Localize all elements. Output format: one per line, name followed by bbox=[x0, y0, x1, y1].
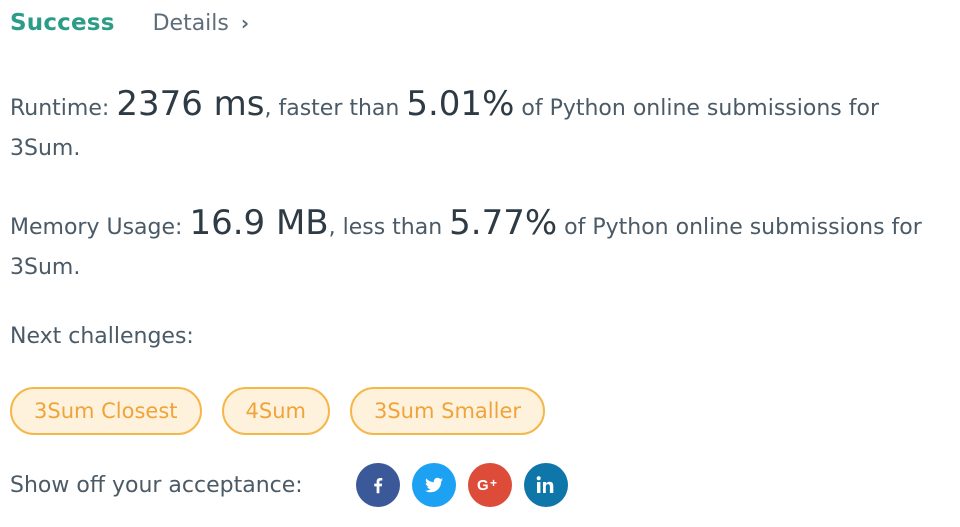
runtime-label: Runtime: bbox=[10, 96, 110, 121]
challenge-chip-4sum[interactable]: 4Sum bbox=[221, 387, 330, 435]
svg-text:+: + bbox=[490, 476, 497, 490]
memory-label: Memory Usage: bbox=[10, 215, 183, 240]
twitter-icon bbox=[422, 473, 446, 497]
runtime-percent: 5.01% bbox=[406, 84, 515, 124]
linkedin-icon bbox=[535, 475, 557, 495]
runtime-stat: Runtime: 2376 ms, faster than 5.01% of P… bbox=[10, 84, 955, 169]
details-label: Details bbox=[152, 10, 229, 36]
memory-value: 16.9 MB bbox=[189, 203, 329, 243]
google-plus-share-button[interactable]: G + bbox=[468, 463, 512, 507]
memory-stat: Memory Usage: 16.9 MB, less than 5.77% o… bbox=[10, 203, 955, 288]
share-label: Show off your acceptance: bbox=[10, 472, 303, 498]
linkedin-share-button[interactable] bbox=[524, 463, 568, 507]
twitter-share-button[interactable] bbox=[412, 463, 456, 507]
chevron-right-icon: › bbox=[240, 11, 250, 35]
next-challenges-list: 3Sum Closest 4Sum 3Sum Smaller bbox=[10, 387, 545, 435]
result-header: Success Details › bbox=[10, 6, 249, 40]
challenge-chip-3sum-closest[interactable]: 3Sum Closest bbox=[10, 387, 202, 435]
challenge-chip-3sum-smaller[interactable]: 3Sum Smaller bbox=[349, 387, 545, 435]
google-plus-icon: G + bbox=[476, 475, 504, 495]
runtime-value: 2376 ms bbox=[116, 84, 265, 124]
facebook-share-button[interactable] bbox=[356, 463, 400, 507]
share-row: Show off your acceptance: G + bbox=[10, 462, 580, 508]
facebook-icon bbox=[367, 474, 389, 496]
memory-comparison: , less than bbox=[328, 215, 443, 240]
svg-text:G: G bbox=[477, 477, 489, 494]
memory-percent: 5.77% bbox=[449, 203, 558, 243]
runtime-comparison: , faster than bbox=[264, 96, 400, 121]
status-label: Success bbox=[10, 10, 115, 36]
details-link[interactable]: Details › bbox=[153, 11, 250, 36]
next-challenges-label: Next challenges: bbox=[10, 324, 194, 349]
